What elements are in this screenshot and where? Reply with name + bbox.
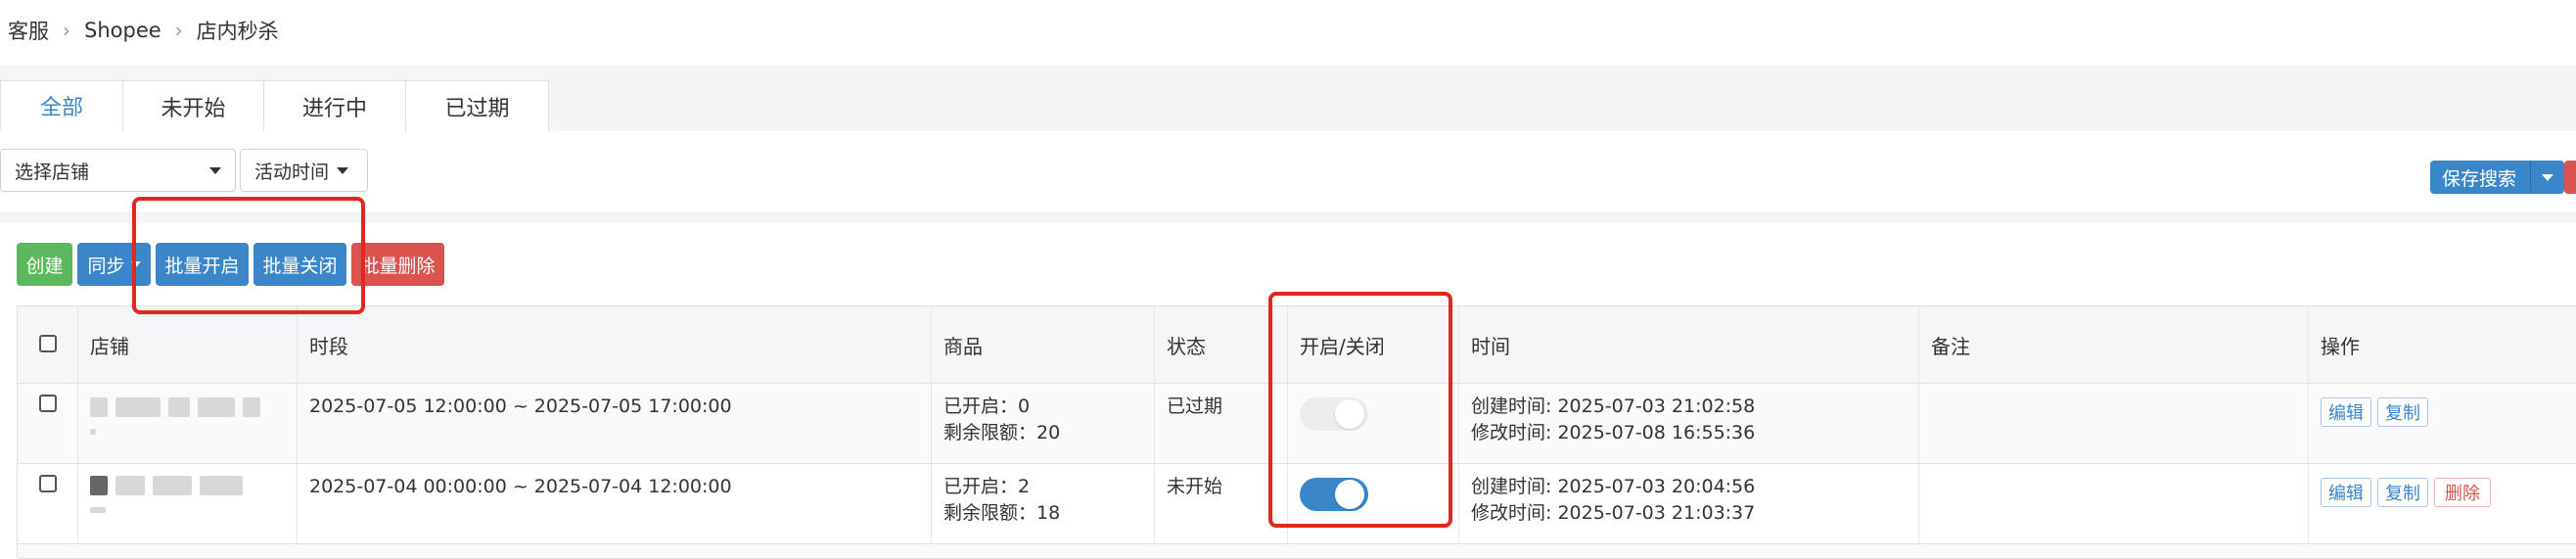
save-search-dropdown-toggle[interactable]: [2530, 161, 2564, 194]
header-remark: 备注: [1919, 306, 2309, 383]
chevron-right-icon: ›: [63, 19, 70, 42]
header-actions: 操作: [2321, 334, 2360, 358]
tab-not-started[interactable]: 未开始: [122, 80, 264, 131]
header-shop: 店铺: [78, 306, 298, 383]
table-header: 店铺 时段 商品 状态 开启/关闭 时间 备注 操作: [18, 306, 2576, 384]
header-goods: 商品: [932, 306, 1155, 383]
time-cell: 创建时间: 2025-07-03 21:02:58 修改时间: 2025-07-…: [1459, 384, 1919, 463]
shop-name-redacted: [78, 464, 298, 543]
toggle-knob: [1335, 480, 1364, 509]
toggle-knob: [1335, 399, 1364, 429]
action-toolbar: 创建 同步 批量开启 批量关闭 批量删除: [17, 243, 449, 286]
flash-sale-table: 店铺 时段 商品 状态 开启/关闭 时间 备注 操作 2025-07-05 12…: [17, 305, 2576, 559]
table-row: 2025-07-04 00:00:00 ~ 2025-07-04 12:00:0…: [18, 464, 2576, 544]
breadcrumb: 客服 › Shopee › 店内秒杀: [8, 16, 279, 45]
enable-toggle[interactable]: [1300, 478, 1368, 511]
breadcrumb-item-shopee[interactable]: Shopee: [84, 19, 161, 42]
filter-bar: 选择店铺 活动时间: [0, 131, 2576, 211]
modified-time: 修改时间: 2025-07-03 21:03:37: [1471, 502, 1756, 524]
period-cell: 2025-07-05 12:00:00 ~ 2025-07-05 17:00:0…: [298, 384, 932, 463]
actions-cell: 编辑 复制 删除: [2309, 464, 2576, 543]
batch-enable-button[interactable]: 批量开启: [156, 243, 249, 286]
tab-all[interactable]: 全部: [0, 80, 123, 131]
batch-delete-button[interactable]: 批量删除: [351, 243, 444, 286]
time-cell: 创建时间: 2025-07-03 20:04:56 修改时间: 2025-07-…: [1459, 464, 1919, 543]
breadcrumb-item-customer-service[interactable]: 客服: [8, 16, 49, 45]
caret-down-icon: [337, 166, 349, 174]
chevron-right-icon: ›: [174, 19, 183, 42]
row-checkbox[interactable]: [39, 475, 57, 492]
create-button[interactable]: 创建: [17, 243, 72, 286]
edit-button[interactable]: 编辑: [2321, 397, 2371, 427]
period-cell: 2025-07-04 00:00:00 ~ 2025-07-04 12:00:0…: [298, 464, 932, 543]
created-time: 创建时间: 2025-07-03 21:02:58: [1471, 396, 1756, 417]
actions-cell: 编辑 复制: [2309, 384, 2576, 463]
header-toggle: 开启/关闭: [1288, 306, 1459, 383]
status-tabs: 全部 未开始 进行中 已过期: [0, 80, 549, 131]
delete-button[interactable]: 删除: [2434, 478, 2491, 507]
edit-button[interactable]: 编辑: [2321, 478, 2371, 507]
toggle-cell: [1288, 384, 1459, 463]
status-cell: 已过期: [1155, 384, 1288, 463]
sync-button[interactable]: 同步: [77, 243, 151, 286]
row-select-cell: [18, 464, 78, 543]
goods-enabled-count: 已开启：2: [943, 476, 1031, 497]
tab-expired[interactable]: 已过期: [405, 80, 549, 131]
copy-button[interactable]: 复制: [2377, 397, 2428, 427]
batch-disable-button[interactable]: 批量关闭: [253, 243, 346, 286]
modified-time: 修改时间: 2025-07-08 16:55:36: [1471, 422, 1756, 443]
tab-in-progress[interactable]: 进行中: [263, 80, 406, 131]
goods-enabled-count: 已开启：0: [943, 396, 1031, 417]
save-search-button[interactable]: 保存搜索: [2430, 161, 2565, 194]
remark-cell: [1919, 464, 2309, 543]
goods-cell: 已开启：0 剩余限额：20: [932, 384, 1155, 463]
created-time: 创建时间: 2025-07-03 20:04:56: [1471, 476, 1756, 497]
enable-toggle[interactable]: [1300, 397, 1368, 431]
caret-down-icon: [130, 261, 141, 267]
sync-button-label: 同步: [87, 255, 125, 277]
header-time: 时间: [1459, 306, 1919, 383]
shop-select-label: 选择店铺: [15, 161, 90, 183]
copy-button[interactable]: 复制: [2377, 478, 2428, 507]
activity-time-label: 活动时间: [254, 161, 330, 183]
table-row: 2025-07-05 12:00:00 ~ 2025-07-05 17:00:0…: [18, 384, 2576, 464]
shop-name-redacted: [78, 384, 298, 463]
table-row-partial: [18, 544, 2576, 559]
row-select-cell: [18, 384, 78, 463]
goods-remaining-quota: 剩余限额：20: [943, 422, 1061, 443]
select-all-checkbox[interactable]: [39, 335, 57, 352]
header-status: 状态: [1155, 306, 1288, 383]
clear-search-button[interactable]: [2564, 161, 2576, 194]
save-search-label: 保存搜索: [2442, 167, 2517, 190]
toggle-cell: [1288, 464, 1459, 543]
row-checkbox[interactable]: [39, 395, 57, 412]
goods-remaining-quota: 剩余限额：18: [943, 502, 1061, 524]
status-cell: 未开始: [1155, 464, 1288, 543]
activity-time-select[interactable]: 活动时间: [240, 149, 368, 192]
caret-down-icon: [2542, 173, 2554, 181]
shop-select[interactable]: 选择店铺: [0, 149, 236, 192]
header-select-cell: [18, 306, 78, 383]
goods-cell: 已开启：2 剩余限额：18: [932, 464, 1155, 543]
header-period: 时段: [298, 306, 932, 383]
breadcrumb-item-flash-sale: 店内秒杀: [196, 20, 279, 43]
caret-down-icon: [209, 166, 221, 174]
remark-cell: [1919, 384, 2309, 463]
